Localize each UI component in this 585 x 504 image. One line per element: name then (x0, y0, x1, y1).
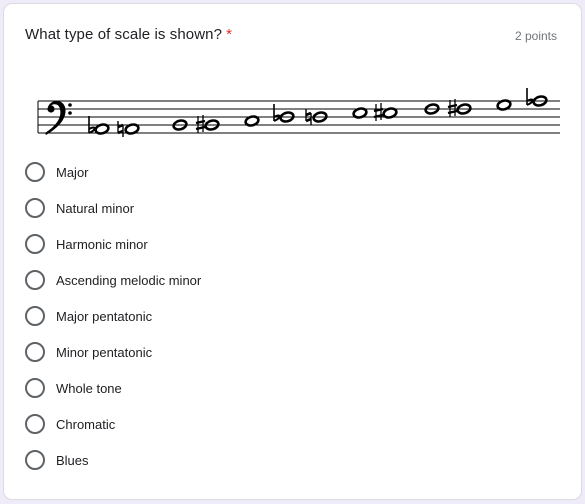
answer-option[interactable]: Harmonic minor (25, 226, 201, 262)
answer-option[interactable]: Blues (25, 442, 201, 478)
answer-option[interactable]: Ascending melodic minor (25, 262, 201, 298)
answer-option[interactable]: Natural minor (25, 190, 201, 226)
answer-option[interactable]: Chromatic (25, 406, 201, 442)
answer-option-label: Blues (56, 452, 89, 468)
note (117, 121, 140, 137)
radio-button[interactable] (25, 270, 45, 290)
radio-button[interactable] (25, 234, 45, 254)
required-asterisk: * (226, 26, 232, 43)
answer-option-label: Natural minor (56, 200, 135, 216)
answer-option[interactable]: Whole tone (25, 370, 201, 406)
note (447, 99, 472, 117)
answer-option-label: Harmonic minor (56, 236, 148, 252)
note (373, 103, 398, 121)
radio-button[interactable] (25, 306, 45, 326)
question-title: What type of scale is shown? * (25, 26, 232, 43)
question-title-text: What type of scale is shown? (25, 26, 223, 43)
flat-sign (526, 88, 534, 106)
staff-lines (38, 100, 560, 134)
sharp-sign (373, 103, 384, 121)
radio-button[interactable] (25, 198, 45, 218)
answer-option[interactable]: Minor pentatonic (25, 334, 201, 370)
answer-option[interactable]: Major pentatonic (25, 298, 201, 334)
sharp-sign (447, 99, 458, 117)
radio-button[interactable] (25, 414, 45, 434)
radio-button[interactable] (25, 162, 45, 182)
answer-option-label: Minor pentatonic (56, 344, 153, 360)
music-notation-image (37, 88, 560, 137)
note (273, 104, 295, 123)
flat-sign (273, 104, 281, 122)
sharp-sign (195, 115, 206, 133)
natural-sign (117, 121, 124, 137)
points-label: 2 points (514, 29, 557, 43)
radio-button[interactable] (25, 342, 45, 362)
note (195, 115, 220, 133)
answer-option-label: Chromatic (56, 416, 116, 432)
answer-option-label: Ascending melodic minor (56, 272, 202, 288)
answer-option-label: Major (56, 164, 89, 180)
question-card: What type of scale is shown? * 2 points M… (4, 4, 581, 499)
radio-button[interactable] (25, 450, 45, 470)
answer-options: Major Natural minor Harmonic minor Ascendin… (25, 154, 201, 478)
note (526, 88, 548, 107)
radio-button[interactable] (25, 378, 45, 398)
answer-option-label: Major pentatonic (56, 308, 153, 324)
bass-clef-icon (45, 100, 72, 135)
answer-option[interactable]: Major (25, 154, 201, 190)
answer-option-label: Whole tone (56, 380, 122, 396)
notes (88, 88, 548, 137)
